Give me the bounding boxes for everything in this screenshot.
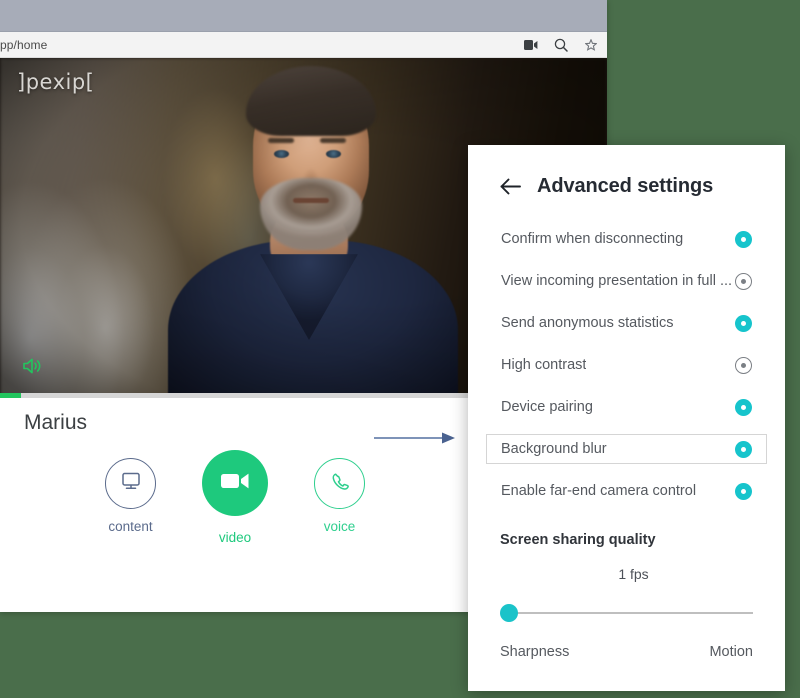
speaker-volume-icon[interactable] <box>22 357 44 380</box>
screen-sharing-quality-title: Screen sharing quality <box>500 532 656 548</box>
content-share-button[interactable]: content <box>105 458 156 545</box>
call-action-buttons: content video voice <box>0 450 470 545</box>
setting-label: Send anonymous statistics <box>501 315 674 331</box>
toggle-switch-on[interactable] <box>735 440 752 458</box>
setting-label: Enable far-end camera control <box>501 483 697 499</box>
screen-sharing-fps-value: 1 fps <box>618 566 649 582</box>
toggle-switch-on[interactable] <box>735 398 752 416</box>
pexip-logo: ]pexip[ <box>17 70 95 94</box>
toggle-switch-on[interactable] <box>735 482 752 500</box>
setting-row-view-incoming-presentation[interactable]: View incoming presentation in full ... <box>486 266 767 296</box>
monitor-screen-icon <box>120 470 142 497</box>
setting-label: View incoming presentation in full ... <box>501 273 733 289</box>
video-button-label: video <box>218 530 252 545</box>
settings-row-list: Confirm when disconnecting View incoming… <box>468 198 785 506</box>
slider-max-label: Motion <box>709 644 753 660</box>
bookmark-star-icon[interactable] <box>583 37 599 53</box>
setting-label: Device pairing <box>501 399 593 415</box>
slider-endpoint-labels: Sharpness Motion <box>468 622 785 660</box>
advanced-settings-panel: Advanced settings Confirm when disconnec… <box>468 145 785 691</box>
setting-row-background-blur[interactable]: Background blur <box>486 434 767 464</box>
zoom-icon[interactable] <box>553 37 569 53</box>
setting-row-enable-far-end-camera-control[interactable]: Enable far-end camera control <box>486 476 767 506</box>
content-button-label: content <box>108 519 153 534</box>
setting-row-confirm-when-disconnecting[interactable]: Confirm when disconnecting <box>486 224 767 254</box>
browser-title-bar <box>0 0 607 32</box>
toggle-switch-on[interactable] <box>735 230 752 248</box>
setting-row-device-pairing[interactable]: Device pairing <box>486 392 767 422</box>
browser-toolbar: pp/home <box>0 32 607 58</box>
screen-sharing-quality-slider[interactable] <box>500 604 753 622</box>
settings-header: Advanced settings <box>468 145 785 198</box>
camera-icon[interactable] <box>523 37 539 53</box>
arrow-right-icon[interactable] <box>374 431 456 450</box>
setting-label: High contrast <box>501 357 587 373</box>
slider-track <box>504 612 753 614</box>
video-camera-icon <box>220 471 250 496</box>
setting-label: Background blur <box>501 441 607 457</box>
participant-name: Marius <box>24 411 88 434</box>
slider-thumb[interactable] <box>500 604 518 622</box>
toggle-switch-off[interactable] <box>735 356 752 374</box>
video-toggle-button[interactable]: video <box>202 450 268 545</box>
toolbar-icon-group <box>523 37 601 53</box>
setting-row-send-anonymous-statistics[interactable]: Send anonymous statistics <box>486 308 767 338</box>
address-bar-url[interactable]: pp/home <box>0 38 523 52</box>
arrow-left-icon[interactable] <box>500 178 521 195</box>
page-title: Advanced settings <box>537 175 714 197</box>
video-button-circle[interactable] <box>202 450 268 516</box>
voice-call-button[interactable]: voice <box>314 458 365 545</box>
content-button-circle[interactable] <box>105 458 156 509</box>
toggle-switch-on[interactable] <box>735 314 752 332</box>
setting-row-high-contrast[interactable]: High contrast <box>486 350 767 380</box>
setting-label: Confirm when disconnecting <box>501 231 684 247</box>
voice-button-circle[interactable] <box>314 458 365 509</box>
voice-button-label: voice <box>323 519 356 534</box>
phone-handset-icon <box>329 471 350 497</box>
toggle-switch-off[interactable] <box>735 272 752 290</box>
slider-min-label: Sharpness <box>500 644 570 660</box>
